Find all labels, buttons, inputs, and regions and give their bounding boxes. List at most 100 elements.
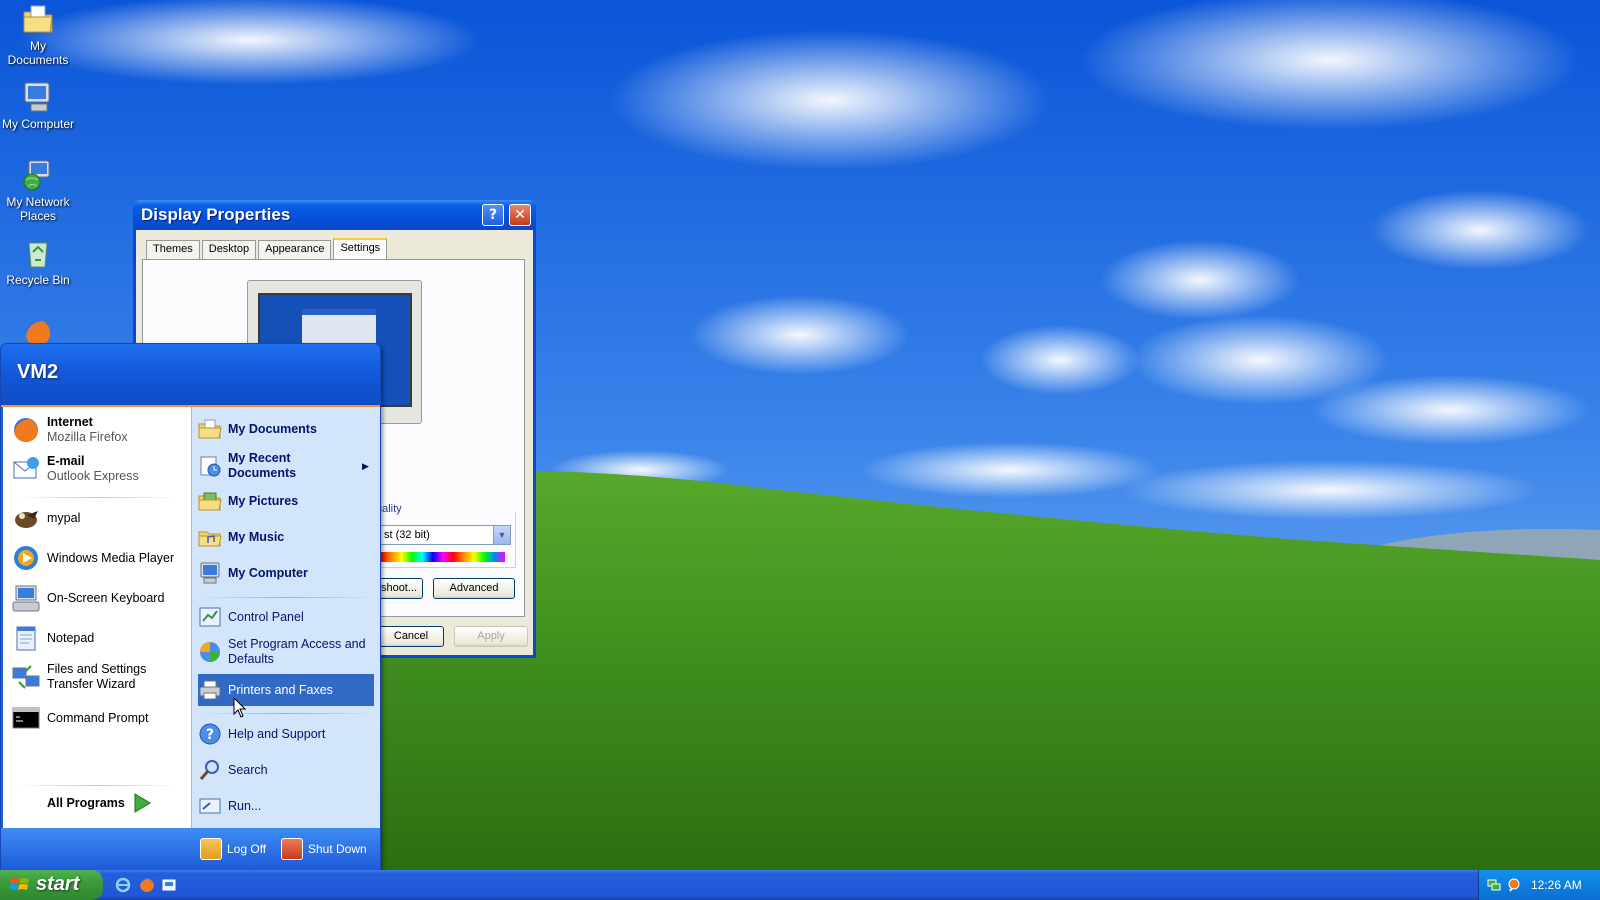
key-icon xyxy=(200,838,222,860)
recent-windows-media-player[interactable]: Windows Media Player xyxy=(11,543,174,573)
recent-label: Files and Settings Transfer Wizard xyxy=(47,662,147,691)
desktop-icon-my-computer[interactable]: My Computer xyxy=(0,80,76,131)
recent-label: Command Prompt xyxy=(47,710,149,725)
separator xyxy=(15,497,179,498)
power-icon xyxy=(281,838,303,860)
desktop-icon-label: Recycle Bin xyxy=(6,273,70,287)
pinned-subtitle: Outlook Express xyxy=(47,469,139,483)
place-label: My Recent Documents xyxy=(228,451,297,480)
place-my-pictures[interactable]: My Pictures xyxy=(198,489,374,513)
apply-button[interactable]: Apply xyxy=(454,626,528,647)
start-menu-right-panel: My Documents My Recent Documents ▶ My Pi… xyxy=(191,407,380,828)
start-menu-left-panel: Internet Mozilla Firefox E-mail Outlook … xyxy=(3,407,191,828)
taskbar: start 12:26 AM xyxy=(0,870,1600,900)
internet-explorer-icon[interactable] xyxy=(115,877,131,893)
all-programs-button[interactable]: All Programs xyxy=(47,793,151,813)
system-set-program-access[interactable]: Set Program Access and Defaults xyxy=(198,637,374,667)
svg-text:?: ? xyxy=(206,727,214,743)
tab-strip: Themes Desktop Appearance Settings xyxy=(146,238,389,259)
desktop-icon-recycle-bin[interactable]: Recycle Bin xyxy=(0,236,76,287)
tool-run[interactable]: Run... xyxy=(198,794,374,818)
color-quality-select[interactable]: st (32 bit) ▼ xyxy=(379,525,511,545)
tool-search[interactable]: Search xyxy=(198,758,374,782)
recent-mypal[interactable]: mypal xyxy=(11,503,80,533)
pictures-folder-icon xyxy=(198,492,222,511)
chevron-down-icon[interactable]: ▼ xyxy=(493,526,510,544)
pinned-email[interactable]: E-mail Outlook Express xyxy=(11,454,139,484)
cancel-button[interactable]: Cancel xyxy=(378,626,444,647)
desktop-icon-my-documents[interactable]: My Documents xyxy=(0,2,76,67)
log-off-button[interactable]: Log Off xyxy=(200,838,266,860)
tab-themes[interactable]: Themes xyxy=(146,240,200,259)
close-icon: ✕ xyxy=(514,207,526,223)
window-title[interactable]: Display Properties xyxy=(133,200,536,230)
music-folder-icon xyxy=(198,531,222,547)
show-desktop-icon[interactable] xyxy=(161,877,177,893)
help-button[interactable]: ? xyxy=(482,204,504,226)
recycle-bin-icon xyxy=(28,242,48,268)
recent-label: mypal xyxy=(47,510,81,525)
start-label: start xyxy=(36,873,80,895)
transfer-wizard-icon xyxy=(12,665,40,689)
desktop-icon-label: My Computer xyxy=(1,117,75,131)
tool-label: Help and Support xyxy=(228,726,326,741)
log-off-label: Log Off xyxy=(227,842,267,856)
close-button[interactable]: ✕ xyxy=(509,204,531,226)
help-icon: ? xyxy=(199,723,221,745)
firefox-icon[interactable] xyxy=(139,877,155,893)
network-icon[interactable] xyxy=(1487,878,1501,892)
advanced-button[interactable]: Advanced xyxy=(433,578,515,599)
start-menu-header: VM2 xyxy=(1,344,380,407)
preview-window xyxy=(302,309,376,343)
clock: 12:26 AM xyxy=(1531,878,1582,892)
troubleshoot-button[interactable]: shoot... xyxy=(375,578,423,599)
color-quality-value: st (32 bit) xyxy=(384,529,430,541)
mypal-icon xyxy=(15,511,38,528)
green-arrow-icon xyxy=(134,793,151,813)
recent-on-screen-keyboard[interactable]: On-Screen Keyboard xyxy=(11,583,164,613)
recent-files-settings-transfer-wizard[interactable]: Files and Settings Transfer Wizard xyxy=(11,662,187,692)
recent-label: On-Screen Keyboard xyxy=(47,590,165,605)
shut-down-button[interactable]: Shut Down xyxy=(281,838,367,860)
tab-appearance[interactable]: Appearance xyxy=(258,240,332,259)
tool-help-and-support[interactable]: ? Help and Support xyxy=(198,722,374,746)
run-icon xyxy=(199,798,221,814)
security-alert-icon[interactable] xyxy=(1507,878,1521,892)
recent-documents-icon xyxy=(200,456,221,477)
system-label: Printers and Faxes xyxy=(228,682,333,697)
tab-settings[interactable]: Settings xyxy=(333,238,388,259)
desktop-icon-label: My Documents xyxy=(7,39,69,67)
tab-desktop[interactable]: Desktop xyxy=(201,240,257,259)
separator xyxy=(15,785,179,786)
color-spectrum-bar xyxy=(381,552,505,562)
folder-icon xyxy=(23,5,53,33)
place-my-recent-documents[interactable]: My Recent Documents ▶ xyxy=(198,451,374,481)
system-printers-and-faxes[interactable]: Printers and Faxes xyxy=(198,674,374,706)
all-programs-label: All Programs xyxy=(47,795,125,810)
notepad-icon xyxy=(16,626,36,651)
place-label: My Documents xyxy=(228,421,317,436)
printer-icon xyxy=(199,680,221,700)
recent-notepad[interactable]: Notepad xyxy=(11,623,94,653)
system-control-panel[interactable]: Control Panel xyxy=(198,605,374,629)
system-tray: 12:26 AM xyxy=(1478,870,1600,900)
control-panel-icon xyxy=(199,607,221,627)
recent-command-prompt[interactable]: Command Prompt xyxy=(11,703,148,733)
keyboard-icon xyxy=(12,585,40,612)
desktop-icon-my-network-places[interactable]: My Network Places xyxy=(0,158,76,223)
place-label: My Pictures xyxy=(228,493,299,508)
place-my-music[interactable]: My Music xyxy=(198,525,374,549)
windows-flag-icon xyxy=(10,878,29,890)
shut-down-label: Shut Down xyxy=(308,842,367,856)
help-icon: ? xyxy=(488,207,498,223)
system-label: Set Program Access and Defaults xyxy=(228,637,366,666)
mouse-cursor-icon xyxy=(233,697,247,718)
outlook-express-icon xyxy=(13,457,39,479)
start-button[interactable]: start xyxy=(0,870,103,900)
place-my-computer[interactable]: My Computer xyxy=(198,561,374,585)
program-access-icon xyxy=(200,642,220,662)
place-my-documents[interactable]: My Documents xyxy=(198,417,374,441)
system-label: Control Panel xyxy=(228,609,304,624)
pinned-internet[interactable]: Internet Mozilla Firefox xyxy=(11,415,128,445)
pinned-subtitle: Mozilla Firefox xyxy=(47,430,128,444)
